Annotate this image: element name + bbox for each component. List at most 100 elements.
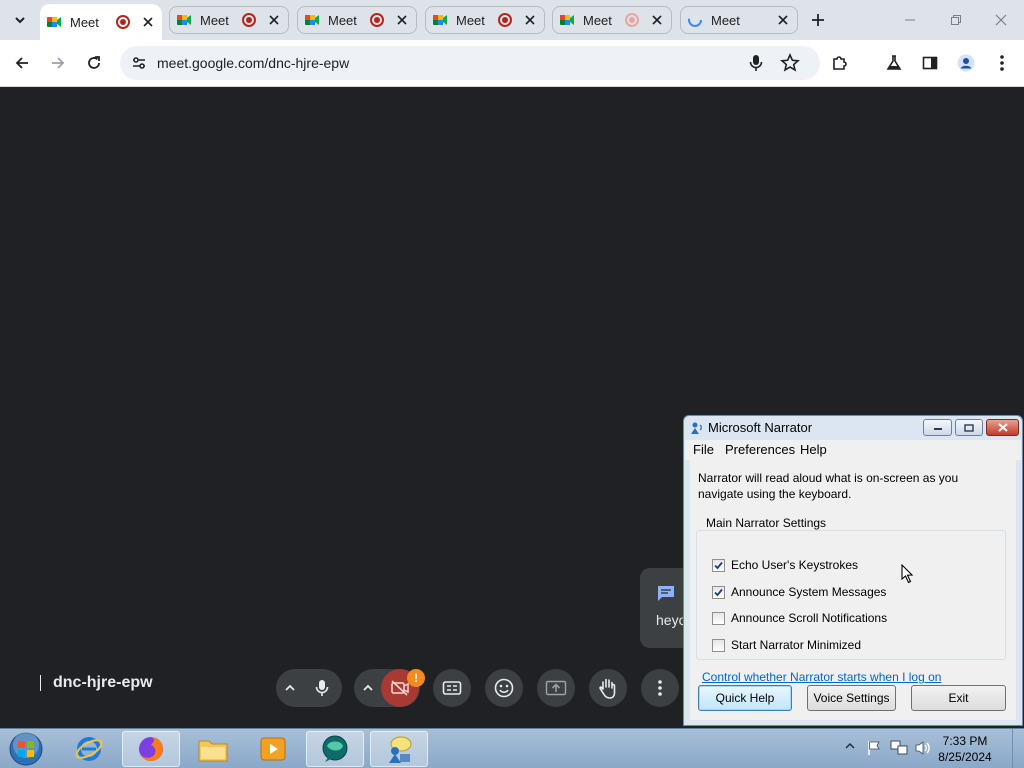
close-tab-icon[interactable] — [775, 12, 791, 28]
chrome-menu-button[interactable] — [989, 50, 1015, 76]
restore-icon — [951, 15, 961, 25]
show-desktop-button[interactable] — [1012, 729, 1024, 768]
taskbar: 7:33 PM 8/25/2024 — [0, 728, 1024, 768]
voice-settings-button[interactable]: Voice Settings — [807, 685, 896, 711]
tab-meet-2[interactable]: Meet — [169, 6, 289, 34]
narrator-titlebar[interactable]: Microsoft Narrator — [684, 416, 1022, 440]
recording-indicator-icon — [370, 13, 384, 27]
menu-file[interactable]: File — [693, 442, 714, 457]
site-info-button[interactable] — [128, 52, 150, 74]
internet-explorer-icon — [75, 737, 103, 761]
option-label: Start Narrator Minimized — [731, 638, 862, 652]
tab-meet-1[interactable]: Meet — [40, 4, 162, 40]
side-panel-icon — [922, 56, 938, 70]
checkbox[interactable] — [712, 638, 725, 652]
reload-button[interactable] — [81, 50, 107, 76]
arrow-right-icon — [52, 57, 65, 69]
puzzle-icon — [833, 56, 847, 70]
extensions-button[interactable] — [827, 50, 853, 76]
close-icon — [995, 14, 1007, 26]
checkmark-icon — [714, 588, 723, 596]
close-window-button[interactable] — [987, 8, 1015, 32]
close-tab-icon[interactable] — [140, 14, 156, 30]
tab-meet-4[interactable]: Meet — [425, 6, 545, 34]
media-player-icon — [260, 737, 286, 761]
forward-button[interactable] — [45, 50, 71, 76]
restore-window-button[interactable] — [942, 8, 970, 32]
clock-time: 7:33 PM — [942, 734, 988, 748]
checkbox[interactable] — [712, 585, 725, 599]
voice-search-icon[interactable] — [748, 54, 764, 72]
recording-indicator-icon — [116, 15, 130, 29]
option-echo-keystrokes[interactable]: Echo User's Keystrokes — [712, 558, 858, 572]
avatar-icon — [957, 54, 975, 72]
tab-meet-5[interactable]: Meet — [552, 6, 672, 34]
minimize-window-button[interactable] — [896, 8, 924, 32]
taskbar-firefox[interactable] — [122, 731, 180, 767]
address-bar[interactable]: meet.google.com/dnc-hjre-epw — [120, 46, 820, 80]
quick-help-button[interactable]: Quick Help — [698, 685, 792, 711]
action-center-flag-icon[interactable] — [866, 740, 882, 756]
hand-icon — [599, 678, 616, 699]
start-button[interactable] — [4, 731, 48, 767]
more-options-button[interactable] — [641, 669, 679, 707]
minimize-icon — [905, 19, 915, 21]
option-start-minimized[interactable]: Start Narrator Minimized — [712, 638, 861, 652]
close-tab-icon[interactable] — [266, 12, 282, 28]
option-announce-scroll-notifications[interactable]: Announce Scroll Notifications — [712, 611, 887, 625]
tab-title: Meet — [711, 12, 740, 28]
bookmark-star-icon[interactable] — [780, 53, 800, 73]
taskbar-media-player[interactable] — [244, 731, 302, 767]
firefox-icon — [139, 737, 163, 761]
tune-icon — [133, 57, 145, 69]
reactions-button[interactable] — [485, 669, 523, 707]
url-text[interactable]: meet.google.com/dnc-hjre-epw — [157, 55, 349, 71]
raise-hand-button[interactable] — [589, 669, 627, 707]
taskbar-narrator[interactable] — [370, 731, 428, 767]
close-tab-icon[interactable] — [522, 12, 538, 28]
exit-button[interactable]: Exit — [911, 685, 1006, 711]
narrator-minimize-button[interactable] — [923, 419, 952, 436]
taskbar-chrome-app[interactable] — [306, 731, 364, 767]
menu-preferences[interactable]: Preferences — [725, 442, 795, 457]
reload-icon — [88, 56, 100, 69]
labs-button[interactable] — [881, 50, 907, 76]
camera-warning-badge[interactable]: ! — [407, 669, 425, 687]
back-button[interactable] — [9, 50, 35, 76]
google-meet-icon — [177, 15, 191, 25]
google-meet-icon — [305, 15, 319, 25]
maximize-icon — [964, 423, 974, 432]
menu-help[interactable]: Help — [800, 442, 827, 457]
startup-settings-link[interactable]: Control whether Narrator starts when I l… — [702, 670, 941, 684]
taskbar-clock[interactable]: 7:33 PM 8/25/2024 — [930, 733, 1000, 765]
captions-button[interactable] — [433, 669, 471, 707]
profile-button[interactable] — [953, 50, 979, 76]
narrator-close-button[interactable] — [986, 419, 1019, 436]
folder-icon — [198, 740, 228, 762]
option-label: Announce Scroll Notifications — [731, 611, 888, 625]
side-panel-button[interactable] — [917, 50, 943, 76]
microphone-button[interactable] — [303, 669, 341, 707]
option-announce-system-messages[interactable]: Announce System Messages — [712, 585, 886, 599]
recording-indicator-icon — [242, 13, 256, 27]
network-icon[interactable] — [890, 740, 908, 756]
narrator-maximize-button[interactable] — [955, 419, 983, 436]
narrator-menubar: File Preferences Help — [685, 440, 1021, 460]
checkbox[interactable] — [712, 558, 725, 572]
taskbar-internet-explorer[interactable] — [60, 731, 118, 767]
close-tab-icon[interactable] — [649, 12, 665, 28]
close-tab-icon[interactable] — [394, 12, 410, 28]
taskbar-file-explorer[interactable] — [184, 731, 242, 767]
settings-group-title: Main Narrator Settings — [704, 516, 829, 530]
recording-indicator-icon — [498, 13, 512, 27]
new-tab-button[interactable] — [806, 8, 830, 32]
present-screen-button[interactable] — [537, 669, 575, 707]
narrator-description: Narrator will read aloud what is on-scre… — [698, 471, 959, 501]
tab-search-button[interactable] — [8, 8, 32, 32]
microphone-icon — [315, 680, 329, 696]
tab-meet-3[interactable]: Meet — [297, 6, 417, 34]
app-bubble-icon — [322, 735, 348, 762]
checkbox[interactable] — [712, 611, 725, 625]
show-hidden-icons-icon[interactable] — [845, 741, 855, 751]
tab-meet-6[interactable]: Meet — [680, 6, 798, 34]
